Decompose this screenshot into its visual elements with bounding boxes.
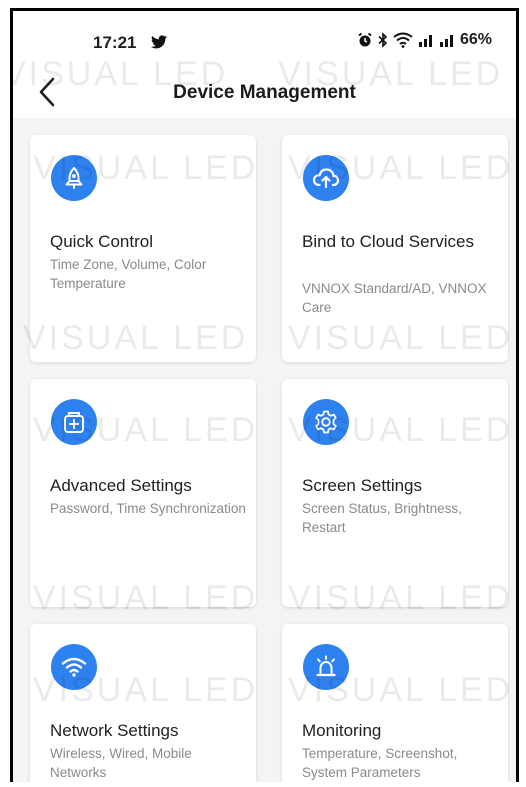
card-title: Quick Control: [50, 232, 153, 251]
bluetooth-icon: [378, 32, 388, 48]
card-grid: Quick Control Time Zone, Volume, Color T…: [13, 118, 516, 782]
card-title: Advanced Settings: [50, 476, 192, 495]
twitter-icon: [151, 35, 167, 49]
card-title: Network Settings: [50, 721, 179, 740]
page-title: Device Management: [173, 82, 356, 103]
wifi-icon: [51, 644, 97, 690]
alarm-icon: [358, 32, 372, 47]
card-description: Time Zone, Volume, Color Temperature: [50, 257, 207, 291]
wifi-icon: [393, 32, 413, 48]
phone-screen: 17:21 66% Device Management Quick Contro…: [10, 8, 519, 782]
gear-icon: [303, 399, 349, 445]
status-bar: 17:21 66%: [13, 11, 516, 53]
battery-level: 66%: [459, 31, 492, 48]
card-network-settings[interactable]: Network Settings Wireless, Wired, Mobile…: [30, 624, 256, 782]
header: Device Management: [13, 69, 516, 117]
card-description: VNNOX Standard/AD, VNNOX Care: [302, 281, 487, 315]
card-description: Temperature, Screenshot, System Paramete…: [302, 746, 458, 780]
card-description: Wireless, Wired, Mobile Networks: [50, 746, 192, 780]
card-screen-settings[interactable]: Screen Settings Screen Status, Brightnes…: [282, 379, 508, 607]
card-monitoring[interactable]: Monitoring Temperature, Screenshot, Syst…: [282, 624, 508, 782]
rocket-icon: [51, 155, 97, 201]
card-description: Password, Time Synchronization: [50, 501, 246, 516]
card-title: Bind to Cloud Services: [302, 232, 474, 251]
card-description: Screen Status, Brightness, Restart: [302, 501, 462, 535]
card-advanced-settings[interactable]: Advanced Settings Password, Time Synchro…: [30, 379, 256, 607]
alarm-light-icon: [303, 644, 349, 690]
card-quick-control[interactable]: Quick Control Time Zone, Volume, Color T…: [30, 135, 256, 362]
card-title: Monitoring: [302, 721, 382, 740]
signal-icon: [439, 35, 453, 47]
box-plus-icon: [51, 399, 97, 445]
card-title: Screen Settings: [302, 476, 423, 495]
card-bind-to-cloud-services[interactable]: Bind to Cloud Services VNNOX Standard/AD…: [282, 135, 508, 362]
status-icons: 66%: [357, 31, 492, 49]
signal-icon: [418, 35, 432, 47]
status-time: 17:21: [93, 33, 137, 52]
cloud-upload-icon: [303, 155, 349, 201]
